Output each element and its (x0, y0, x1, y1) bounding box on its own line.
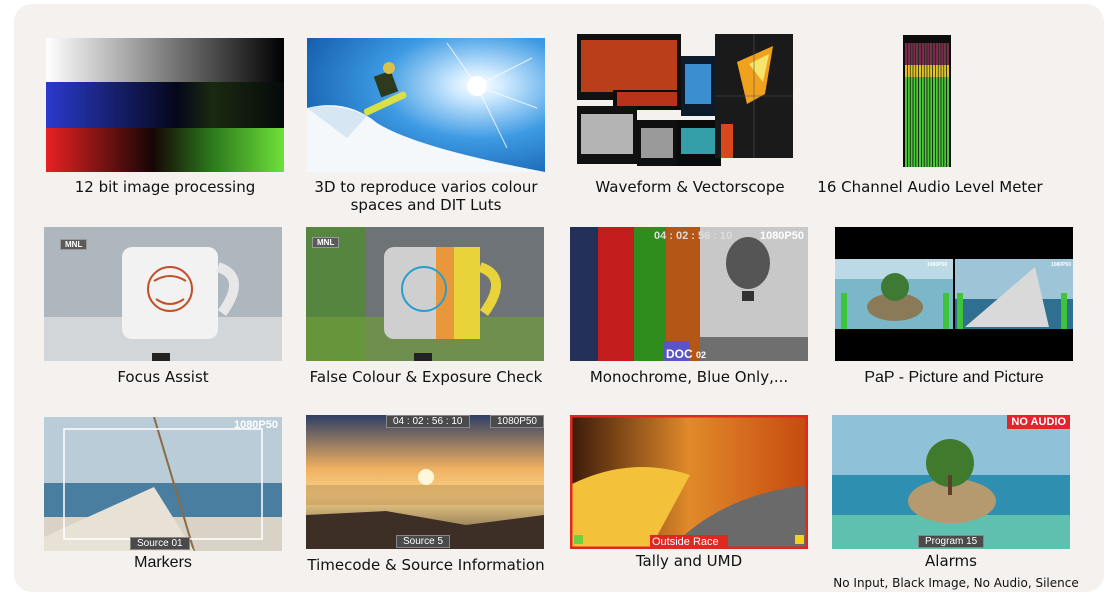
feature-caption: Alarms (925, 552, 977, 570)
meter-segment (930, 43, 933, 65)
source-label: Source 5 (396, 535, 451, 548)
gradient-test-image (46, 38, 284, 172)
feature-caption: False Colour & Exposure Check (309, 368, 543, 386)
format-overlay: 1080P50 (489, 415, 544, 428)
meter-segment (935, 43, 938, 65)
meter-segment (924, 65, 927, 77)
meter-segment (919, 65, 921, 77)
feature-caption: Monochrome, Blue Only,... (589, 368, 789, 386)
format-overlay-b: 1080P50 (1050, 262, 1071, 268)
meter-segment (913, 43, 916, 65)
source-label: Program 15 (918, 535, 985, 548)
meter-segment (924, 43, 927, 65)
source-label: DOC 02 (666, 347, 706, 361)
meter-segment (907, 65, 910, 77)
mode-badge: MNL (60, 239, 88, 250)
timecode-overlay: 04 : 02 : 56 : 10 (654, 230, 733, 242)
meter-segment (907, 43, 910, 65)
meter-segment (938, 65, 941, 77)
meter-segment (905, 65, 907, 77)
meter-segment (947, 65, 949, 77)
meter-segment (927, 43, 930, 65)
meter-segment (921, 43, 924, 65)
source-label-suffix: 02 (696, 350, 707, 360)
caption-line-2: spaces and DIT Luts (350, 196, 502, 214)
feature-caption: Tally and UMD (635, 552, 743, 570)
feature-caption: Waveform & Vectorscope (595, 178, 785, 196)
source-label-text: DOC (666, 347, 693, 361)
feature-caption: PaP - Picture and Picture (864, 369, 1044, 386)
feature-caption: 3D to reproduce varios colour spaces and… (295, 178, 557, 214)
meter-segment (910, 65, 913, 77)
meter-segment (933, 65, 935, 77)
timecode-source-image: 04 : 02 : 56 : 10 1080P50 Source 5 (306, 415, 544, 549)
markers-image: 1080P50 Source 01 (44, 417, 282, 551)
monochrome-blue-only-image: 04 : 02 : 56 : 10 1080P50 DOC 02 (570, 227, 808, 361)
meter-segment (944, 43, 947, 65)
meter-segment (941, 43, 944, 65)
mode-badge: MNL (312, 237, 340, 248)
feature-caption: Focus Assist (117, 368, 209, 386)
feature-caption: 12 bit image processing (74, 178, 256, 196)
meter-segment (916, 65, 919, 77)
timecode-overlay: 04 : 02 : 56 : 10 (386, 415, 470, 428)
meter-segment (944, 65, 947, 77)
audio-level-meter-image (903, 35, 951, 167)
focus-assist-image: MNL (44, 227, 282, 361)
meter-segment (941, 65, 944, 77)
meter-segment (947, 43, 949, 65)
alarm-badge: NO AUDIO (1007, 415, 1070, 429)
snowboarder-image (307, 38, 545, 172)
feature-subcaption: No Input, Black Image, No Audio, Silence (833, 576, 1079, 590)
feature-caption: 16 Channel Audio Level Meter (817, 178, 1043, 196)
meter-segment (905, 43, 907, 65)
alarms-image: NO AUDIO Program 15 (832, 415, 1070, 549)
meter-segment (927, 65, 930, 77)
meter-segment (910, 43, 913, 65)
feature-caption: Timecode & Source Information (307, 556, 545, 574)
format-overlay-a: 1080P50 (927, 262, 948, 268)
meter-segment (935, 65, 938, 77)
meter-segment (933, 43, 935, 65)
format-overlay: 1080P50 (759, 230, 804, 242)
meter-segment (930, 65, 933, 77)
meter-segment (913, 65, 916, 77)
tally-umd-image: Outside Race (570, 415, 808, 549)
meter-segment (916, 43, 919, 65)
false-colour-image: MNL (306, 227, 544, 361)
waveform-vectorscope-image (577, 34, 793, 174)
meter-segment (921, 65, 924, 77)
umd-label: Outside Race (652, 536, 719, 548)
source-label: Source 01 (130, 537, 190, 550)
feature-caption: Markers (134, 554, 192, 571)
format-overlay: 1080P50 (233, 419, 278, 431)
caption-line-1: 3D to reproduce varios colour (314, 178, 538, 196)
meter-segment (938, 43, 941, 65)
meter-segment (919, 43, 921, 65)
picture-and-picture-image: 1080P50 1080P50 (835, 227, 1073, 361)
